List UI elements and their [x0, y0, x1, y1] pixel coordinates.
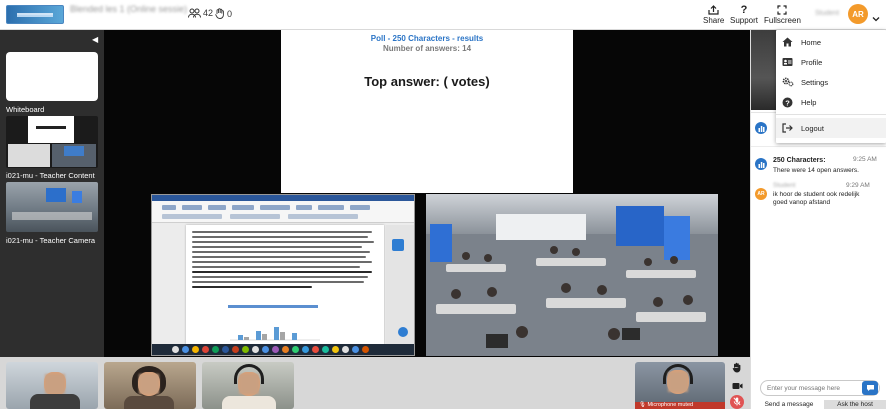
- top-bar: Blended les 1 (Online sessie) 42 0 Share…: [0, 0, 886, 30]
- chat-bubble-icon: [866, 379, 875, 397]
- host-video: [751, 30, 777, 110]
- hand-icon: [732, 360, 742, 378]
- poll-answer-count: Number of answers: 14: [382, 44, 472, 53]
- content-panel: ◀ Whiteboard i021-mu - Teacher Content i…: [0, 30, 104, 357]
- menu-item-home[interactable]: Home: [776, 32, 886, 52]
- camera-button[interactable]: [729, 379, 745, 393]
- menu-item-settings[interactable]: Settings: [776, 72, 886, 92]
- chat-message-text: There were 14 open answers.: [773, 167, 859, 174]
- document-taskbar: [152, 344, 414, 355]
- svg-text:?: ?: [785, 98, 790, 107]
- chat-message-time-2: 9:29 AM: [846, 182, 870, 189]
- app: Blended les 1 (Online sessie) 42 0 Share…: [0, 0, 886, 409]
- support-label: Support: [730, 16, 759, 25]
- hand-icon: [215, 8, 225, 19]
- avatar[interactable]: AR: [848, 4, 868, 24]
- participants-icon: [188, 8, 201, 18]
- classroom-camera: [426, 194, 718, 356]
- chevron-down-icon[interactable]: [872, 9, 880, 27]
- participants-count[interactable]: 42: [188, 8, 213, 18]
- logout-icon: [782, 123, 793, 135]
- raised-hands-count[interactable]: 0: [215, 8, 232, 19]
- share-label: Share: [703, 16, 725, 25]
- menu-label-logout: Logout: [801, 124, 824, 133]
- main-stage: Poll - 250 Characters - results Number o…: [104, 30, 750, 357]
- microphone-off-icon: [733, 393, 741, 409]
- menu-label-settings: Settings: [801, 78, 829, 87]
- menu-label-profile: Profile: [801, 58, 823, 67]
- support-button[interactable]: ? Support: [730, 4, 758, 25]
- participant-tile[interactable]: [202, 362, 294, 409]
- chat-message-text-2: ik hoor de student ook redelijk goed van…: [773, 191, 860, 206]
- participants-count-value: 42: [203, 8, 214, 18]
- chat-avatar: AR: [755, 188, 767, 200]
- chat-message-author: Student: [773, 182, 796, 189]
- menu-item-profile[interactable]: Profile: [776, 52, 886, 72]
- thumb-label-whiteboard: Whiteboard: [6, 105, 45, 114]
- logo[interactable]: [6, 5, 64, 24]
- document-ribbon: [152, 195, 414, 223]
- settings-icon: [782, 77, 794, 89]
- menu-item-help[interactable]: ? Help: [776, 92, 886, 112]
- poll-title: Poll - 250 Characters - results: [370, 34, 484, 43]
- document-chart: [230, 327, 320, 341]
- poll-top-answer: Top answer: ( votes): [364, 74, 490, 89]
- thumb-whiteboard[interactable]: [6, 52, 98, 101]
- chat-message-input[interactable]: [767, 384, 859, 393]
- question-icon: ?: [740, 4, 748, 16]
- user-name: Student: [815, 10, 840, 17]
- raised-hands-value: 0: [227, 8, 233, 19]
- raise-hand-button[interactable]: [729, 362, 745, 376]
- tab-ask-host[interactable]: Ask the host: [824, 400, 886, 409]
- menu-label-help: Help: [801, 98, 817, 107]
- menu-label-home: Home: [801, 38, 822, 47]
- send-message-button[interactable]: [862, 381, 878, 395]
- menu-item-logout[interactable]: Logout: [776, 118, 886, 138]
- fullscreen-button[interactable]: Fullscreen: [764, 4, 801, 25]
- thumb-teacher-content[interactable]: [6, 116, 98, 168]
- participant-tile[interactable]: [6, 362, 98, 409]
- poll-result-icon: [755, 158, 767, 170]
- home-icon: [782, 37, 793, 49]
- share-icon: [708, 4, 719, 16]
- poll-results: Poll - 250 Characters - results Number o…: [281, 30, 573, 193]
- fullscreen-label: Fullscreen: [764, 16, 801, 25]
- mic-muted-button[interactable]: [730, 395, 744, 409]
- thumb-label-teacher-camera: i021-mu - Teacher Camera: [6, 236, 96, 245]
- share-button[interactable]: Share: [703, 4, 724, 25]
- shared-document: [151, 194, 415, 356]
- thumb-label-teacher-content: i021-mu - Teacher Content: [6, 171, 95, 180]
- microphone-muted-badge: 🎙 Microphone muted: [635, 402, 725, 409]
- participant-tile[interactable]: [104, 362, 196, 409]
- profile-card-icon: [782, 57, 793, 69]
- document-page: [186, 225, 384, 345]
- help-icon: ?: [782, 97, 793, 110]
- chat-message-title: 250 Characters:: [773, 157, 826, 164]
- thumb-teacher-camera[interactable]: [6, 182, 98, 232]
- chat-message-time: 9:25 AM: [853, 156, 877, 163]
- poll-icon: [755, 122, 767, 134]
- collapse-left-icon[interactable]: ◀: [92, 35, 98, 44]
- session-title: Blended les 1 (Online sessie): [70, 4, 188, 14]
- document-sidebar: [386, 225, 414, 345]
- tab-send-message[interactable]: Send a message: [756, 400, 822, 409]
- fullscreen-icon: [777, 4, 788, 16]
- user-menu: Home Profile Settings ? Help Logout: [776, 30, 886, 143]
